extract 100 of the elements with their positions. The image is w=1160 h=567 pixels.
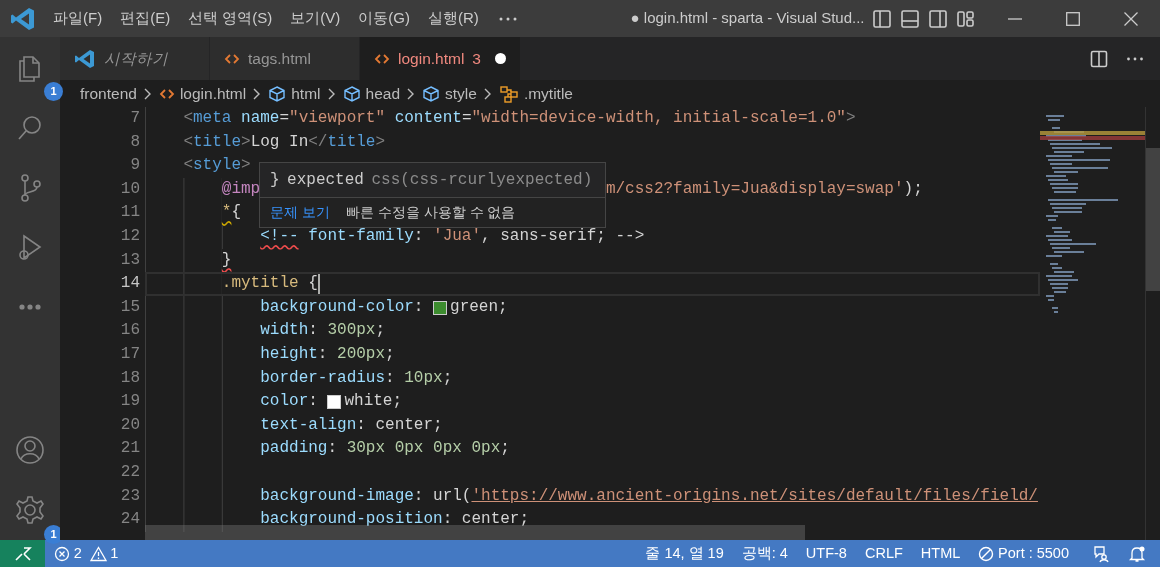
code-text: ; — [442, 367, 453, 389]
code-text: title — [327, 131, 376, 153]
editor-tab[interactable]: 시작하기 — [60, 37, 210, 80]
breadcrumb-item[interactable]: style — [445, 81, 477, 106]
vertical-scrollbar[interactable] — [1145, 107, 1160, 540]
code-text: , sans-serif; --> — [481, 225, 645, 247]
warning-icon — [89, 545, 107, 562]
code-text: ; — [385, 343, 395, 365]
line-number: 22 — [119, 461, 141, 483]
status-item[interactable]: 공백: 4 — [732, 542, 797, 565]
feedback-icon[interactable] — [1092, 544, 1110, 563]
remote-button[interactable] — [0, 540, 45, 567]
remote-icon — [13, 545, 32, 562]
code-text: : — [327, 438, 339, 460]
code-text: : — [385, 367, 396, 389]
menu-item[interactable]: 이동(G) — [349, 7, 419, 30]
status-item[interactable]: CRLF — [855, 542, 912, 565]
code-text: 10px — [404, 367, 443, 389]
menu-item[interactable]: 실행(R) — [419, 7, 488, 30]
settings-icon[interactable] — [14, 494, 46, 526]
code-brackets-icon — [158, 86, 175, 101]
error-icon — [54, 545, 70, 562]
bell-icon[interactable] — [1128, 544, 1146, 563]
status-item[interactable]: UTF-8 — [796, 542, 856, 565]
sidebar-layout-icon[interactable] — [872, 8, 892, 29]
account-icon[interactable] — [14, 434, 46, 466]
status-item[interactable]: 줄 14, 열 19 — [636, 542, 733, 565]
customize-layout-icon[interactable] — [956, 8, 976, 29]
color-swatch[interactable] — [433, 300, 448, 315]
line-number: 23 — [119, 485, 141, 507]
tab-label: login.html — [398, 48, 465, 69]
code-text: border-radius — [260, 367, 386, 389]
code-text: @imp — [221, 178, 261, 200]
code-text: > — [241, 155, 251, 177]
symbol-icon — [498, 84, 519, 103]
line-number: 10 — [119, 178, 141, 200]
breadcrumb-item[interactable]: frontend — [80, 81, 137, 106]
line-number: 13 — [119, 249, 141, 271]
code-text: <!-- — [260, 225, 299, 247]
code-text: > — [845, 108, 856, 129]
tab-label: tags.html — [248, 48, 311, 69]
code-text: green; — [450, 296, 508, 318]
code-text: meta — [193, 108, 232, 129]
breadcrumb-item[interactable]: head — [365, 81, 400, 106]
menu-item[interactable]: 편집(E) — [111, 7, 180, 30]
code-text: color — [260, 391, 309, 413]
line-number: 18 — [119, 367, 141, 389]
split-editor-icon[interactable] — [1090, 49, 1108, 68]
code-text: style — [193, 155, 242, 177]
cube-icon — [342, 84, 361, 103]
code-text: 300px — [327, 320, 376, 342]
source-text: css(css-rcurlyexpected) — [371, 170, 593, 191]
problems-button[interactable]: 2 1 — [45, 542, 128, 565]
code-link[interactable]: 'https://www.ancient-origins.net/sites/default/files/field/ — [471, 484, 1038, 509]
code-text: ; — [375, 320, 386, 342]
code-text: > — [241, 131, 251, 153]
cube-icon — [268, 84, 287, 103]
code-text: : — [308, 320, 319, 342]
secondary-sidebar-icon[interactable] — [928, 8, 948, 29]
menu-item[interactable]: 선택 영역(S) — [179, 7, 282, 30]
line-number: 8 — [129, 131, 141, 153]
editor-tab[interactable]: tags.html — [210, 37, 360, 80]
line-number: 7 — [129, 108, 141, 129]
breadcrumb-item[interactable]: .mytitle — [523, 81, 573, 106]
more-icon[interactable] — [497, 15, 518, 22]
code-text: background-color — [260, 296, 414, 318]
code-text: white; — [344, 391, 403, 413]
horizontal-scrollbar[interactable] — [145, 525, 805, 540]
code-text: 'Jua' — [433, 225, 482, 247]
code-text: } — [221, 249, 232, 271]
more-icon[interactable] — [1126, 55, 1144, 62]
code-text: m/css2?family=Jua&display=swap' — [605, 178, 904, 200]
quick-fix-note: 빠른 수정을 사용할 수 없음 — [345, 203, 516, 222]
tab-label: 시작하기 — [104, 48, 168, 69]
menu-item[interactable]: 보기(V) — [281, 7, 350, 30]
port-button[interactable]: Port : 5500 — [969, 542, 1078, 565]
message-text: expected — [287, 170, 364, 191]
code-text: </ — [308, 131, 328, 153]
breadcrumb-item[interactable]: html — [291, 81, 321, 106]
cube-icon — [422, 84, 440, 103]
code-text: = — [279, 108, 290, 129]
close-icon — [1124, 11, 1138, 26]
code-text: : — [413, 296, 425, 318]
line-number: 24 — [119, 509, 141, 531]
line-number: 17 — [119, 343, 141, 365]
vscode-logo-icon — [10, 5, 36, 32]
code-text: ); — [903, 178, 923, 200]
color-swatch[interactable] — [327, 394, 342, 409]
breadcrumb-item[interactable]: login.html — [179, 81, 247, 106]
status-item[interactable]: HTML — [911, 542, 970, 565]
menu-item[interactable]: 파일(F) — [44, 7, 112, 30]
editor-tab[interactable]: login.html 3 — [360, 37, 521, 80]
view-problem-link[interactable]: 문제 보기 — [270, 202, 330, 223]
code-text: 200px — [337, 343, 386, 365]
line-number: 9 — [129, 155, 141, 177]
window-title: ● login.html - sparta - Visual Stud... — [630, 8, 865, 29]
line-number: 16 — [119, 320, 141, 342]
code-text: width — [260, 320, 309, 342]
code-text: * — [221, 202, 232, 224]
panel-layout-icon[interactable] — [900, 8, 920, 29]
